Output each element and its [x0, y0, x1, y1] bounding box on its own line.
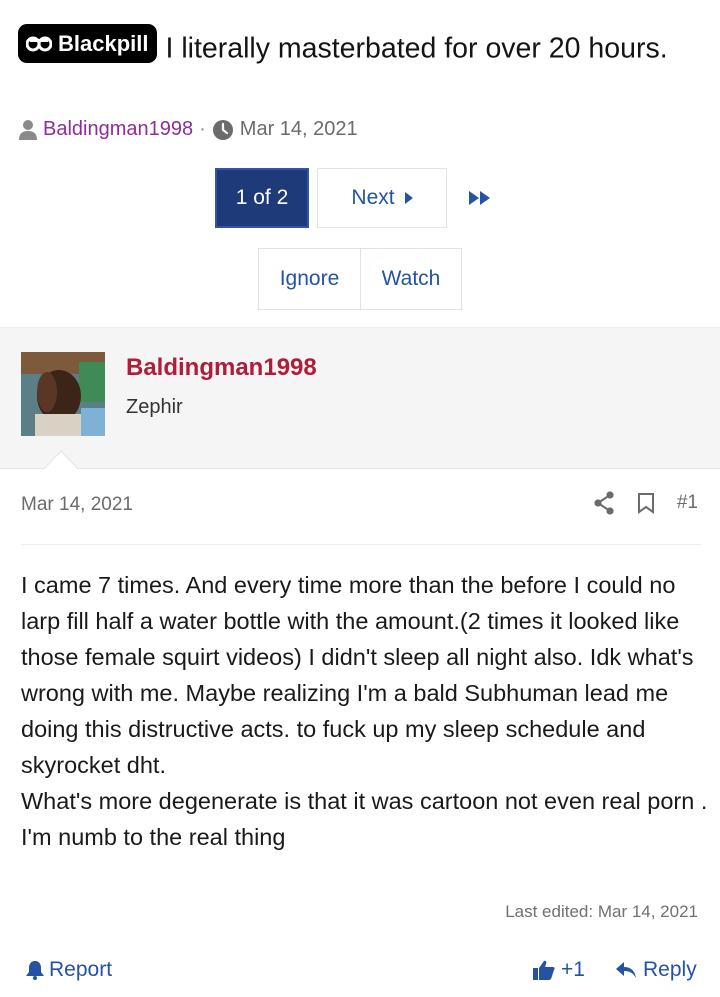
- last-page-icon[interactable]: [467, 189, 493, 207]
- thread-prefix-badge[interactable]: Blackpill: [18, 24, 158, 63]
- post-username[interactable]: Baldingman1998: [126, 354, 317, 382]
- thread-title: I literally masterbated for over 20 hour…: [165, 32, 668, 65]
- user-title: Zephir: [126, 396, 183, 418]
- post-user-block: Baldingman1998 Zephir: [0, 327, 720, 469]
- thumbs-up-icon: [533, 960, 555, 980]
- thread-date[interactable]: Mar 14, 2021: [240, 118, 358, 141]
- thread-actions: Ignore Watch: [258, 248, 462, 310]
- post-paragraph: I came 7 times. And every time more than…: [21, 572, 694, 778]
- reaction-button[interactable]: +1: [532, 958, 585, 982]
- post-header-divider: [21, 544, 701, 545]
- reply-arrow-icon: [616, 962, 636, 978]
- bookmark-icon[interactable]: [637, 492, 655, 514]
- user-icon: [19, 119, 37, 140]
- thread-title-line: Blackpill I literally masterbated for ov…: [18, 24, 708, 71]
- reaction-count: +1: [561, 958, 585, 981]
- report-label: Report: [49, 958, 113, 981]
- post-paragraph: What's more degenerate is that it was ca…: [21, 788, 708, 850]
- report-button[interactable]: Report: [25, 958, 112, 982]
- pagination: 1 of 2 Next: [215, 168, 493, 228]
- post-tools: #1: [593, 491, 698, 515]
- meta-separator: ·: [199, 118, 206, 140]
- post-body: I came 7 times. And every time more than…: [21, 567, 711, 855]
- next-triangle-icon: [404, 192, 413, 204]
- thread-header: Blackpill I literally masterbated for ov…: [18, 24, 708, 71]
- next-page-button[interactable]: Next: [317, 168, 447, 228]
- reply-button[interactable]: Reply: [615, 958, 697, 982]
- thread-prefix-label: Blackpill: [58, 30, 149, 56]
- page-current-button[interactable]: 1 of 2: [215, 168, 309, 228]
- next-page-label: Next: [351, 186, 395, 209]
- post-date[interactable]: Mar 14, 2021: [21, 494, 133, 516]
- thread-author-link[interactable]: Baldingman1998: [43, 118, 193, 141]
- clock-icon: [212, 119, 233, 140]
- watch-button[interactable]: Watch: [361, 249, 461, 309]
- warning-bell-icon: [26, 961, 44, 980]
- ignore-button[interactable]: Ignore: [259, 249, 361, 309]
- reply-label: Reply: [643, 958, 697, 981]
- last-edited: Last edited: Mar 14, 2021: [505, 902, 698, 921]
- user-block-arrow: [43, 450, 79, 470]
- post-number[interactable]: #1: [677, 492, 698, 514]
- post-footer: Report +1 Reply: [0, 952, 720, 992]
- avatar[interactable]: [21, 352, 105, 436]
- thread-meta: Baldingman1998 · Mar 14, 2021: [18, 118, 358, 141]
- blackpill-icon: [26, 36, 52, 51]
- share-icon[interactable]: [593, 491, 615, 515]
